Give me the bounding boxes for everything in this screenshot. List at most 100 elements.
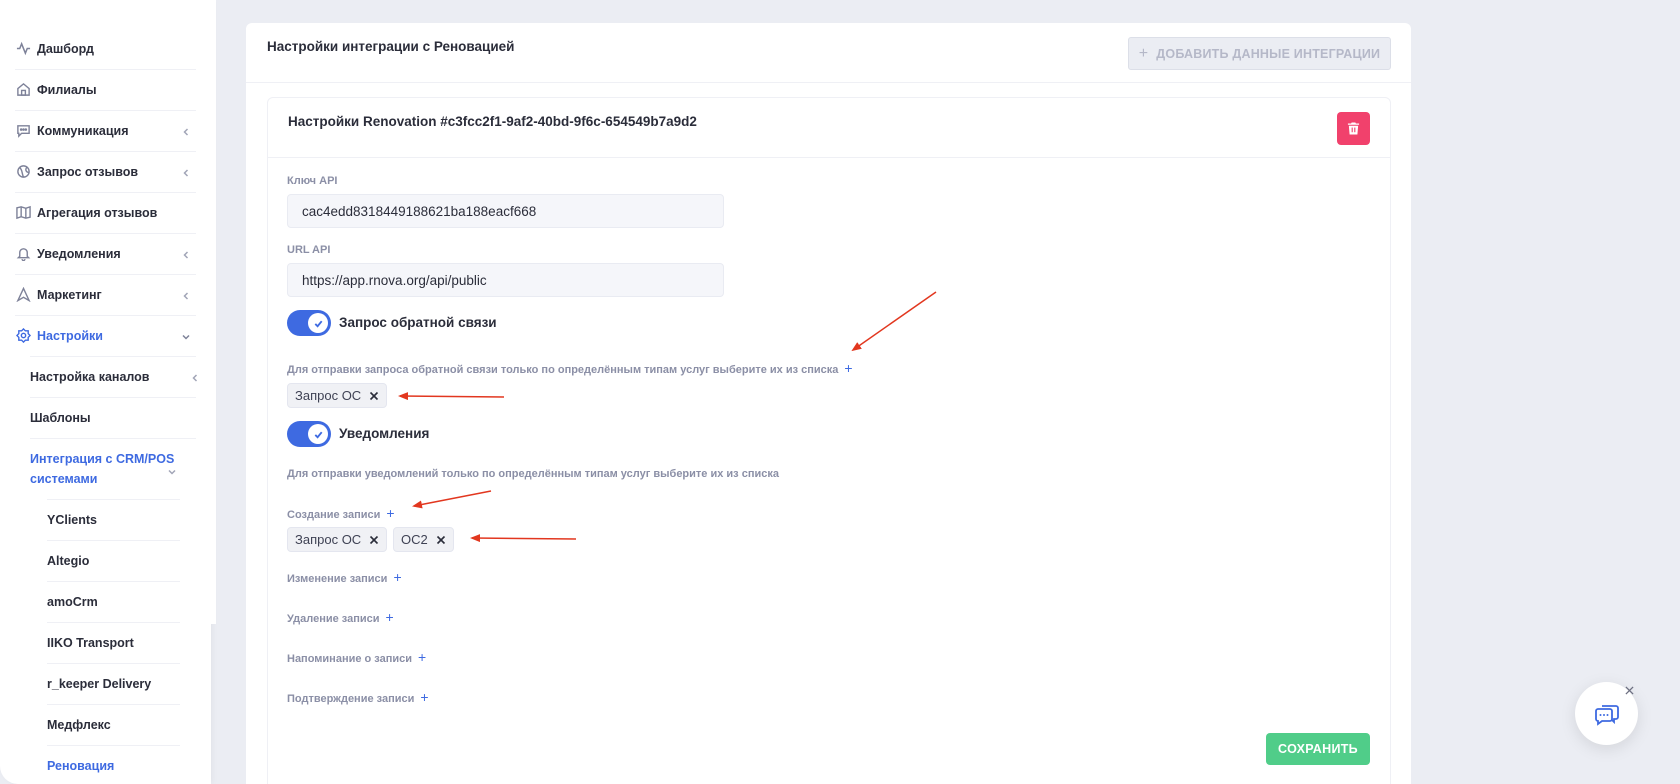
- plus-icon: +: [1138, 44, 1149, 62]
- sidebar-item-label: YClients: [47, 513, 98, 527]
- sidebar-item-settings[interactable]: Настройки: [0, 315, 211, 356]
- feedback-hint: Для отправки запроса обратной связи толь…: [287, 360, 853, 376]
- sidebar-item-label: r_keeper Delivery: [47, 677, 152, 691]
- chevron-left-icon: [181, 290, 191, 300]
- sidebar-item-amocrm[interactable]: amoCrm: [47, 592, 227, 612]
- chevron-left-icon: [190, 372, 200, 382]
- api-url-value: https://app.rnova.org/api/public: [302, 272, 487, 288]
- chevron-left-icon: [181, 167, 191, 177]
- api-key-input[interactable]: cac4edd8318449188621ba188eacf668: [287, 194, 724, 228]
- divider: [30, 397, 196, 398]
- add-record-confirm-icon[interactable]: +: [420, 689, 428, 705]
- sidebar-item-label: Настройка каналов: [30, 370, 150, 384]
- add-record-delete-icon[interactable]: +: [386, 609, 394, 625]
- remove-chip-icon[interactable]: [369, 535, 379, 545]
- record-create-section: Создание записи +: [287, 505, 395, 521]
- add-integration-button[interactable]: + ДОБАВИТЬ ДАННЫЕ ИНТЕГРАЦИИ: [1128, 37, 1391, 70]
- notifications-hint: Для отправки уведомлений только по опред…: [287, 468, 779, 480]
- api-key-value: cac4edd8318449188621ba188eacf668: [302, 203, 537, 219]
- divider: [47, 581, 180, 582]
- divider: [47, 663, 180, 664]
- chevron-down-icon: [167, 464, 177, 475]
- sidebar-item-label: Интеграция с CRM/POS системами: [30, 452, 175, 486]
- sidebar-item-review-aggregation[interactable]: Агрегация отзывов: [0, 192, 211, 233]
- settings-icon: [15, 328, 31, 344]
- add-integration-label: ДОБАВИТЬ ДАННЫЕ ИНТЕГРАЦИИ: [1156, 46, 1381, 61]
- remove-chip-icon[interactable]: [436, 535, 446, 545]
- record-delete-label: Удаление записи: [287, 613, 380, 625]
- panel-header: Настройки Renovation #c3fcc2f1-9af2-40bd…: [268, 98, 1390, 158]
- chevron-down-icon: [181, 331, 191, 341]
- sidebar-item-medflex[interactable]: Медфлекс: [47, 715, 227, 735]
- save-button[interactable]: СОХРАНИТЬ: [1266, 733, 1370, 765]
- chip-label: Запрос ОС: [295, 388, 362, 403]
- page-title: Настройки интеграции с Реновацией: [267, 39, 515, 54]
- sidebar-item-marketing[interactable]: Маркетинг: [0, 274, 211, 315]
- sidebar: Дашборд Филиалы Коммуникация Запрос отзы…: [0, 0, 211, 784]
- sidebar-item-label: Запрос отзывов: [37, 164, 139, 179]
- api-url-input[interactable]: https://app.rnova.org/api/public: [287, 263, 724, 297]
- sidebar-item-label: amoCrm: [47, 595, 98, 609]
- add-feedback-type-icon[interactable]: +: [844, 360, 852, 376]
- sidebar-edge: [211, 0, 216, 624]
- sidebar-item-label: Шаблоны: [30, 411, 91, 425]
- add-record-change-icon[interactable]: +: [393, 569, 401, 585]
- sidebar-item-channel-settings[interactable]: Настройка каналов: [30, 367, 210, 387]
- trash-icon: [1347, 122, 1360, 135]
- sidebar-item-altegio[interactable]: Altegio: [47, 551, 227, 571]
- record-create-label: Создание записи: [287, 509, 381, 521]
- record-change-label: Изменение записи: [287, 573, 388, 585]
- sidebar-item-label: Уведомления: [37, 246, 121, 261]
- sidebar-item-label: Филиалы: [37, 82, 97, 97]
- chat-icon: [1594, 704, 1619, 726]
- feedback-request-label: Запрос обратной связи: [339, 315, 497, 330]
- record-delete-section: Удаление записи +: [287, 609, 394, 625]
- sidebar-item-label: Altegio: [47, 554, 90, 568]
- integration-title: Настройки Renovation #c3fcc2f1-9af2-40bd…: [288, 114, 697, 129]
- activity-icon: [15, 41, 31, 57]
- add-record-create-icon[interactable]: +: [386, 505, 394, 521]
- service-type-chip: ОС2: [393, 527, 454, 552]
- sidebar-item-renovation[interactable]: Реновация: [47, 756, 227, 776]
- check-icon: [308, 424, 328, 444]
- record-confirm-section: Подтверждение записи +: [287, 689, 429, 705]
- sidebar-item-notifications[interactable]: Уведомления: [0, 233, 211, 274]
- sidebar-item-label: Настройки: [37, 328, 103, 343]
- sidebar-item-crm-integration[interactable]: Интеграция с CRM/POS системами: [30, 449, 180, 489]
- sidebar-item-label: Реновация: [47, 759, 115, 773]
- sidebar-item-rkeeper-delivery[interactable]: r_keeper Delivery: [47, 674, 227, 694]
- bell-icon: [15, 246, 31, 262]
- sidebar-item-communication[interactable]: Коммуникация: [0, 110, 211, 151]
- map-icon: [15, 205, 31, 221]
- record-reminder-label: Напоминание о записи: [287, 653, 413, 665]
- chip-label: Запрос ОС: [295, 532, 362, 547]
- sidebar-item-branches[interactable]: Филиалы: [0, 69, 211, 110]
- sidebar-item-review-requests[interactable]: Запрос отзывов: [0, 151, 211, 192]
- sidebar-item-label: Маркетинг: [37, 287, 102, 302]
- divider: [47, 704, 180, 705]
- record-change-section: Изменение записи +: [287, 569, 402, 585]
- chat-close-icon[interactable]: [1621, 682, 1637, 698]
- sidebar-item-iiko-transport[interactable]: IIKO Transport: [47, 633, 227, 653]
- service-type-chip: Запрос ОС: [287, 527, 388, 552]
- divider: [47, 540, 180, 541]
- sidebar-item-templates[interactable]: Шаблоны: [30, 408, 210, 428]
- remove-chip-icon[interactable]: [369, 391, 379, 401]
- sidebar-item-label: Медфлекс: [47, 718, 111, 732]
- delete-integration-button[interactable]: [1337, 112, 1370, 145]
- feedback-request-toggle[interactable]: [287, 310, 331, 336]
- sidebar-item-yclients[interactable]: YClients: [47, 510, 227, 530]
- home-icon: [15, 82, 31, 98]
- divider: [47, 745, 180, 746]
- sidebar-item-label: Агрегация отзывов: [37, 205, 158, 220]
- chevron-left-icon: [181, 249, 191, 259]
- integration-settings-card: Настройки интеграции с Реновацией + ДОБА…: [246, 23, 1411, 784]
- chip-label: ОС2: [401, 532, 428, 547]
- service-type-chip: Запрос ОС: [287, 383, 388, 408]
- divider: [30, 438, 196, 439]
- add-record-reminder-icon[interactable]: +: [418, 649, 426, 665]
- notifications-toggle[interactable]: [287, 421, 331, 447]
- notifications-label: Уведомления: [339, 426, 430, 441]
- record-confirm-label: Подтверждение записи: [287, 693, 415, 705]
- sidebar-item-dashboard[interactable]: Дашборд: [0, 28, 211, 69]
